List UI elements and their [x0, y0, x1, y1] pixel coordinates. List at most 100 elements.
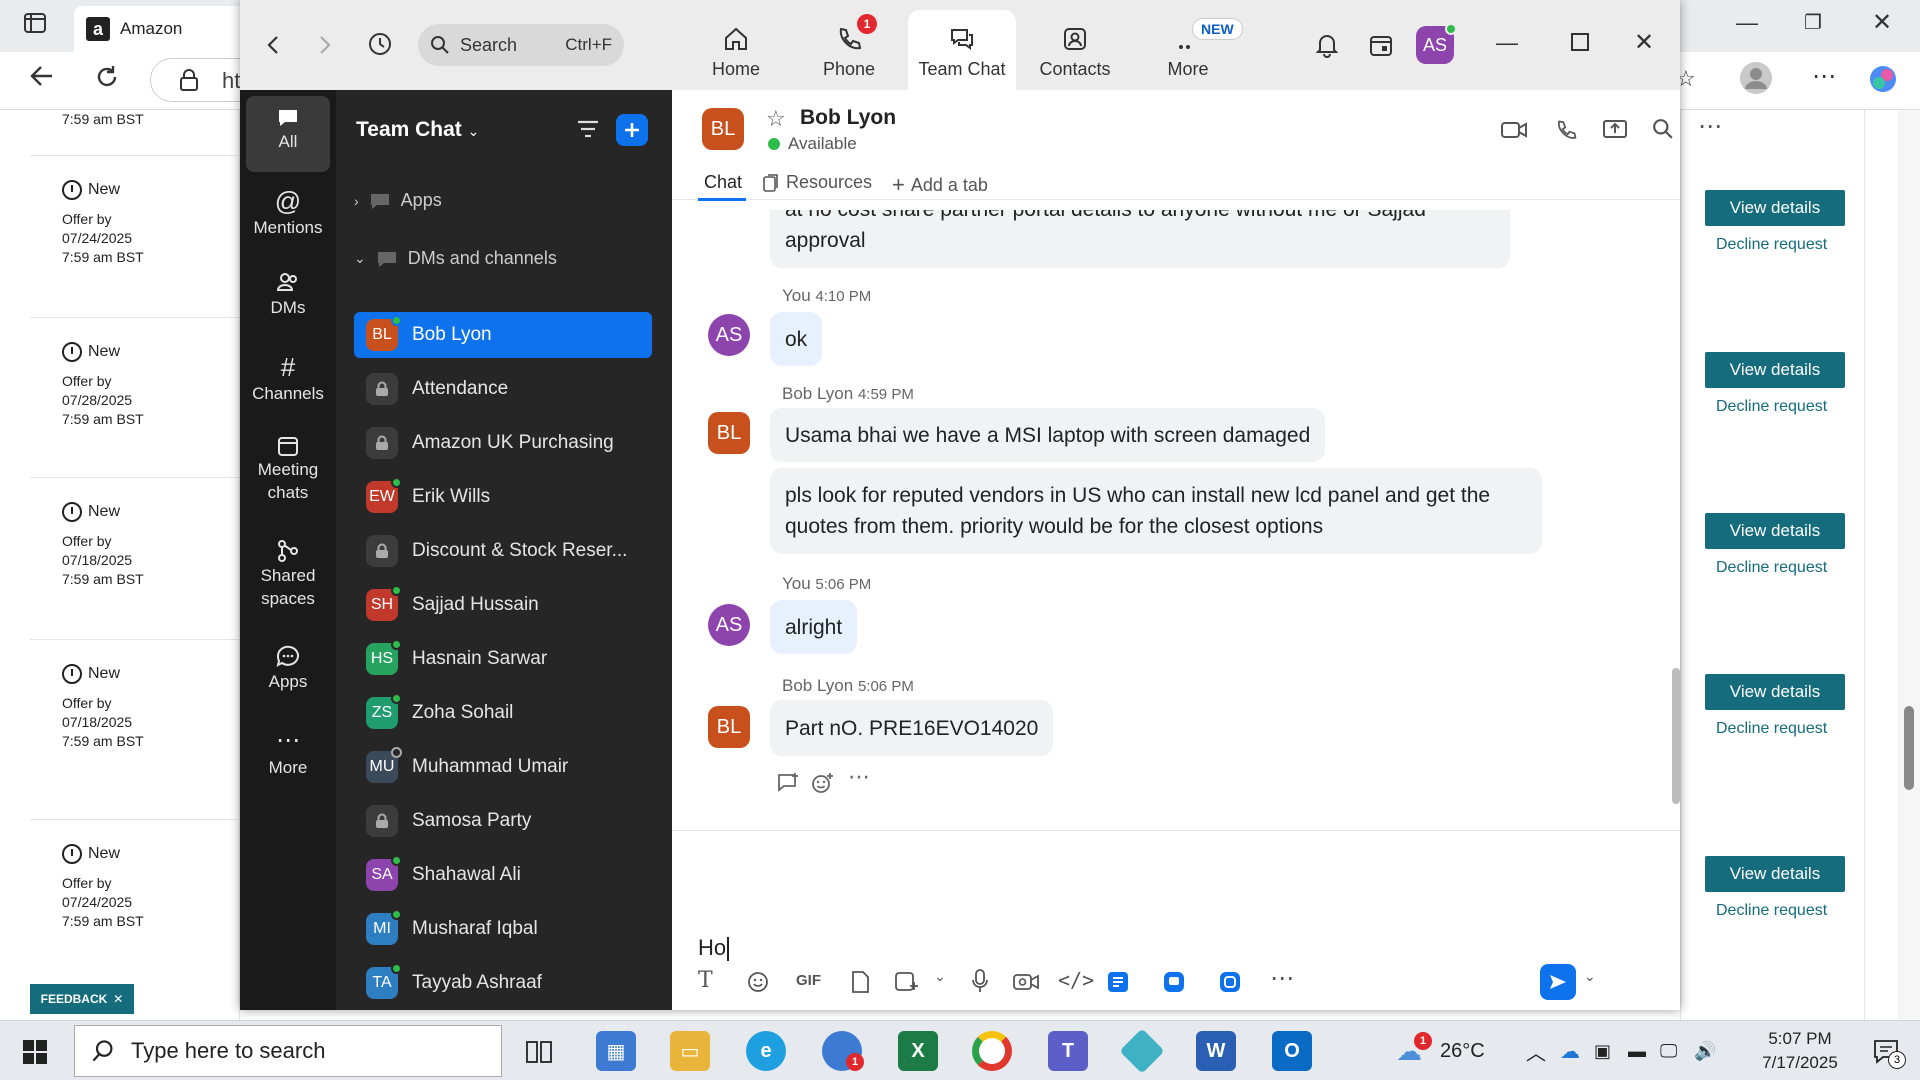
rail-apps[interactable]: Apps [246, 644, 330, 693]
video-message-icon[interactable] [1012, 972, 1040, 997]
channel-item[interactable]: TA Tayyab Ashraaf [354, 960, 652, 1006]
rail-all[interactable]: All [246, 96, 330, 172]
channel-item[interactable]: Attendance [354, 366, 652, 412]
security-icon[interactable]: ▣ [1594, 1021, 1611, 1081]
view-details-button[interactable]: View details [1705, 674, 1845, 710]
message-bubble[interactable]: Usama bhai we have a MSI laptop with scr… [770, 408, 1326, 462]
contact-name[interactable]: Bob Lyon [800, 106, 896, 130]
channel-item[interactable]: MU Muhammad Umair [354, 744, 652, 790]
network-icon[interactable]: 🖵 [1660, 1021, 1677, 1081]
onedrive-icon[interactable]: ☁ [1560, 1021, 1580, 1081]
app-diamond-icon[interactable] [1119, 1028, 1165, 1074]
close-icon[interactable]: ✕ [1634, 28, 1654, 57]
channel-item[interactable]: HS Hasnain Sarwar [354, 636, 652, 682]
user-avatar[interactable]: AS [1416, 23, 1457, 64]
clock[interactable]: 5:07 PM 7/17/2025 [1740, 1027, 1860, 1075]
taskbar-search-input[interactable]: Type here to search [74, 1025, 502, 1077]
channel-item[interactable]: ZS Zoha Sohail [354, 690, 652, 736]
search-input[interactable]: Search Ctrl+F [418, 24, 624, 66]
app-icon-docs[interactable] [1106, 970, 1130, 999]
show-hidden-icons-icon[interactable]: ︿ [1526, 1021, 1546, 1081]
decline-request-link[interactable]: Decline request [1716, 902, 1827, 920]
share-screen-icon[interactable] [1602, 118, 1628, 147]
channel-item[interactable]: SH Sajjad Hussain [354, 582, 652, 628]
volume-icon[interactable]: 🔊 [1694, 1021, 1716, 1081]
calendar-icon[interactable] [1368, 32, 1394, 63]
message-bubble[interactable]: pls look for reputed vendors in US who c… [770, 468, 1542, 554]
back-icon[interactable] [264, 34, 282, 61]
view-details-button[interactable]: View details [1705, 190, 1845, 226]
chat-scrollbar-thumb[interactable] [1672, 668, 1680, 804]
code-snippet-icon[interactable]: </> [1058, 968, 1094, 992]
windows-start-icon[interactable] [22, 1039, 48, 1070]
view-details-button[interactable]: View details [1705, 856, 1845, 892]
word-app-icon[interactable]: W [1196, 1031, 1236, 1071]
message-bubble[interactable]: at no cost share partner portal details … [770, 210, 1510, 268]
rail-more[interactable]: ⋯ More [246, 726, 330, 779]
tab-add[interactable]: + Add a tab [892, 172, 988, 198]
compose-more-icon[interactable]: ⋯ [1270, 964, 1294, 993]
contact-avatar[interactable]: BL [702, 108, 744, 150]
emoji-icon[interactable] [746, 970, 770, 999]
teams-app-icon[interactable]: T [1048, 1031, 1088, 1071]
outlook-app-icon[interactable]: O [1272, 1031, 1312, 1071]
excel-app-icon[interactable]: X [898, 1031, 938, 1071]
channel-item[interactable]: Amazon UK Purchasing [354, 420, 652, 466]
forward-icon[interactable] [316, 34, 334, 61]
notifications-icon[interactable]: 3 [1872, 1037, 1906, 1070]
back-arrow-icon[interactable] [28, 62, 56, 97]
panel-title[interactable]: Team Chat ⌄ [356, 118, 479, 142]
zoom-app-icon[interactable]: 1 [822, 1031, 864, 1071]
microphone-icon[interactable] [970, 968, 990, 999]
nav-phone[interactable]: Phone 1 [795, 10, 903, 90]
history-icon[interactable] [366, 30, 394, 63]
section-dms-channels[interactable]: ⌄ DMs and channels [354, 248, 557, 269]
restore-icon[interactable]: ❐ [1804, 10, 1822, 35]
tab-actions-icon[interactable] [22, 10, 48, 43]
channel-item[interactable]: Samosa Party [354, 798, 652, 844]
add-reaction-icon[interactable] [810, 772, 834, 799]
minimize-icon[interactable]: — [1736, 10, 1758, 36]
view-details-button[interactable]: View details [1705, 513, 1845, 549]
message-bubble[interactable]: ok [770, 312, 823, 366]
view-details-button[interactable]: View details [1705, 352, 1845, 388]
sender-avatar[interactable]: AS [708, 604, 750, 646]
app-icon-clips[interactable] [1218, 970, 1242, 999]
task-view-icon[interactable] [524, 1039, 554, 1070]
browser-menu-icon[interactable]: ⋯ [1812, 62, 1836, 91]
bell-icon[interactable] [1314, 32, 1340, 63]
feedback-button[interactable]: FEEDBACK ✕ [30, 984, 134, 1014]
screenshot-icon[interactable] [894, 970, 920, 999]
channel-item[interactable]: EW Erik Wills [354, 474, 652, 520]
page-scrollbar[interactable] [1898, 110, 1920, 1020]
send-options-chevron-icon[interactable]: ⌄ [1584, 968, 1596, 985]
filter-icon[interactable] [576, 118, 600, 145]
minimize-icon[interactable]: — [1496, 30, 1518, 56]
gif-icon[interactable]: GIF [796, 972, 821, 989]
channel-item[interactable]: BL Bob Lyon [354, 312, 652, 358]
weather-widget[interactable]: ☁ 1 26°C [1396, 1021, 1485, 1081]
send-button[interactable] [1540, 964, 1576, 1000]
new-chat-button[interactable] [616, 114, 648, 146]
reply-icon[interactable] [776, 772, 800, 799]
file-icon[interactable] [850, 970, 870, 999]
channel-item[interactable]: SA Shahawal Ali [354, 852, 652, 898]
edge-browser-icon[interactable]: e [746, 1031, 786, 1071]
nav-contacts[interactable]: Contacts [1021, 10, 1129, 90]
browser-tab-amazon[interactable]: a Amazon [74, 6, 254, 52]
rail-mentions[interactable]: @ Mentions [246, 186, 330, 239]
video-call-icon[interactable] [1500, 120, 1528, 145]
close-icon[interactable]: ✕ [113, 992, 123, 1006]
decline-request-link[interactable]: Decline request [1716, 559, 1827, 577]
app-icon-whiteboard[interactable] [1162, 970, 1186, 999]
sender-avatar[interactable]: BL [708, 706, 750, 748]
chevron-down-icon[interactable]: ⌄ [934, 968, 946, 985]
sender-avatar[interactable]: BL [708, 412, 750, 454]
file-explorer-icon[interactable]: ▭ [670, 1031, 710, 1071]
profile-icon[interactable] [1740, 62, 1772, 101]
channel-item[interactable]: Discount & Stock Reser... [354, 528, 652, 574]
tab-chat[interactable]: Chat [697, 172, 747, 201]
page-scrollbar-thumb[interactable] [1904, 706, 1914, 790]
rail-dms[interactable]: DMs [246, 270, 330, 319]
calculator-app-icon[interactable]: ▦ [596, 1031, 636, 1071]
